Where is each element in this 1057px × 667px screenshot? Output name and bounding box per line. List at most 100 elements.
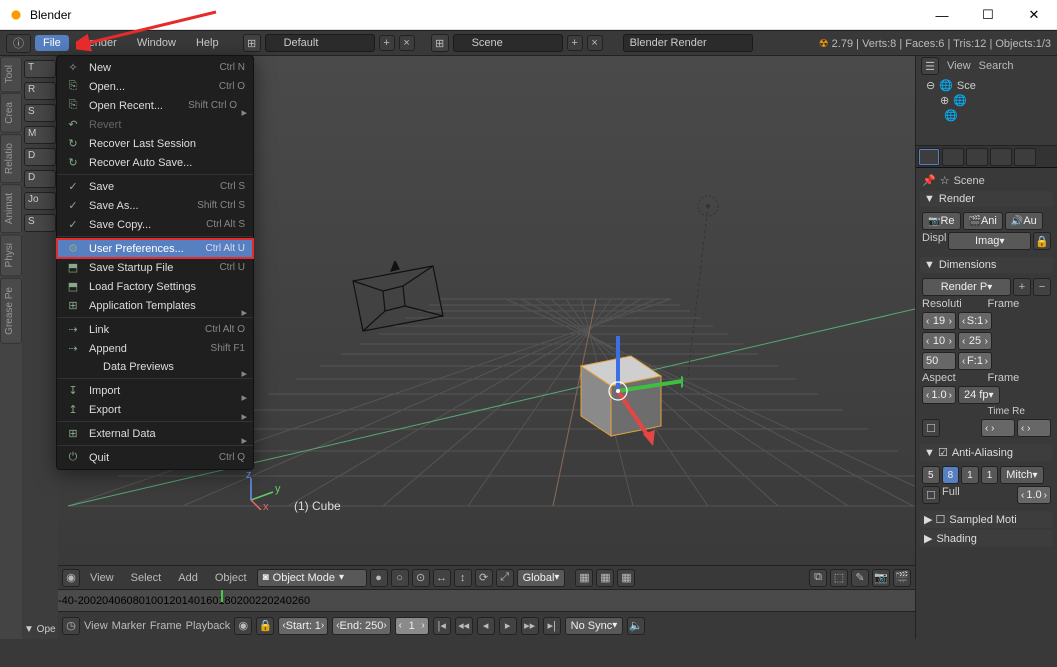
fullsample-checkbox[interactable]: ☐ [922, 486, 940, 504]
menu-file[interactable]: File [35, 35, 69, 51]
shading-solid-icon[interactable]: ● [370, 569, 388, 587]
shelf-button[interactable]: S [24, 214, 56, 232]
frame-step-input[interactable]: ‹F:1› [958, 352, 992, 370]
file-menu-quit[interactable]: ⏻QuitCtrl Q [57, 448, 253, 467]
object-tab-icon[interactable] [1014, 148, 1036, 166]
aa-16-button[interactable]: 1 [981, 466, 999, 484]
file-menu-data-previews[interactable]: Data Previews [57, 358, 253, 376]
play-icon[interactable]: ▸ [499, 617, 517, 635]
shelf-button[interactable]: R [24, 82, 56, 100]
outliner-row[interactable]: ⊕🌐 [920, 93, 1053, 108]
lock-icon[interactable]: 🔒 [256, 617, 274, 635]
file-menu-revert[interactable]: ↶Revert [57, 115, 253, 134]
file-menu-save-as-[interactable]: ✓Save As...Shift Ctrl S [57, 196, 253, 215]
shelf-button[interactable]: S [24, 104, 56, 122]
file-menu-append[interactable]: ⇢AppendShift F1 [57, 339, 253, 358]
shelf-button[interactable]: D [24, 148, 56, 166]
aa-section-header[interactable]: ▼ ☑ Anti-Aliasing [920, 444, 1053, 461]
res-x-input[interactable]: ‹19› [922, 312, 956, 330]
key-prev-icon[interactable]: ◂◂ [455, 617, 473, 635]
shading-wire-icon[interactable]: ○ [391, 569, 409, 587]
menu-select[interactable]: Select [124, 572, 169, 584]
clapper-icon[interactable]: 🎬 [893, 569, 911, 587]
layout-add-button[interactable]: + [379, 35, 395, 51]
file-menu-export[interactable]: ↥Export [57, 400, 253, 419]
orientation-select[interactable]: Global ▾ [517, 569, 566, 587]
playhead[interactable] [221, 590, 223, 602]
current-frame-input[interactable]: ‹1› [395, 617, 429, 635]
snap-icon[interactable]: ⧉ [809, 569, 827, 587]
scene-browse-icon[interactable]: ⊞ [431, 34, 449, 52]
close-button[interactable]: ✕ [1011, 0, 1057, 30]
file-menu-user-preferences-[interactable]: ⚙User Preferences...Ctrl Alt U [57, 239, 253, 258]
end-frame-input[interactable]: ‹End: 250› [332, 617, 390, 635]
filter-select[interactable]: Mitch ▾ [1000, 466, 1043, 484]
minimize-button[interactable]: — [919, 0, 965, 30]
camera-icon[interactable]: 📷 [872, 569, 890, 587]
border-checkbox[interactable]: ☐ [922, 419, 940, 437]
file-menu-save-copy-[interactable]: ✓Save Copy...Ctrl Alt S [57, 215, 253, 234]
tool-tab-grease pe[interactable]: Grease Pe [0, 278, 22, 344]
frame-start-input[interactable]: ‹S:1› [958, 312, 992, 330]
layer-1-button[interactable]: ▦ [575, 569, 593, 587]
tl-menu-frame[interactable]: Frame [150, 620, 182, 632]
old-input[interactable]: ‹ › [981, 419, 1015, 437]
tl-menu-playback[interactable]: Playback [186, 620, 231, 632]
tl-menu-marker[interactable]: Marker [112, 620, 146, 632]
preset-add-button[interactable]: + [1013, 278, 1031, 296]
renderlayers-tab-icon[interactable] [942, 148, 964, 166]
audio-button[interactable]: 🔊Au [1005, 212, 1043, 230]
play-rev-icon[interactable]: ◂ [477, 617, 495, 635]
file-menu-save-startup-file[interactable]: ⬒Save Startup FileCtrl U [57, 258, 253, 277]
lamp-object[interactable] [688, 186, 728, 386]
mode-select[interactable]: ◙ Object Mode ▾ [257, 569, 367, 587]
maximize-button[interactable]: ☐ [965, 0, 1011, 30]
shelf-button[interactable]: Jo [24, 192, 56, 210]
shading-section-header[interactable]: ▶ Shading [920, 530, 1053, 547]
outliner-view[interactable]: View [947, 60, 971, 72]
animation-button[interactable]: 🎬Ani [963, 212, 1003, 230]
render-border-icon[interactable]: ⬚ [830, 569, 848, 587]
view-type-icon[interactable]: ◉ [62, 569, 80, 587]
properties-panel[interactable]: 📌☆Scene ▼ Render 📷Re 🎬Ani 🔊Au DisplImag … [916, 168, 1057, 639]
layer-2-button[interactable]: ▦ [596, 569, 614, 587]
display-select[interactable]: Imag ▾ [948, 232, 1031, 250]
aa-5-button[interactable]: 5 [922, 466, 940, 484]
outliner-row[interactable]: 🌐 [920, 108, 1053, 123]
gpencil-icon[interactable]: ✎ [851, 569, 869, 587]
shelf-button[interactable]: M [24, 126, 56, 144]
layout-field[interactable]: Default [265, 34, 375, 52]
speaker-icon[interactable]: 🔈 [627, 617, 645, 635]
file-menu-link[interactable]: ⇢LinkCtrl Alt O [57, 320, 253, 339]
dimensions-section-header[interactable]: ▼ Dimensions [920, 257, 1053, 273]
tool-tab-animat[interactable]: Animat [0, 184, 22, 233]
tool-tab-physi[interactable]: Physi [0, 234, 22, 276]
outliner-search[interactable]: Search [979, 60, 1014, 72]
sampled-section-header[interactable]: ▶ ☐ Sampled Moti [920, 511, 1053, 528]
tl-menu-view[interactable]: View [84, 620, 108, 632]
file-menu-save[interactable]: ✓SaveCtrl S [57, 177, 253, 196]
manip-move-icon[interactable]: ↕ [454, 569, 472, 587]
cube-object[interactable] [563, 336, 683, 456]
render-section-header[interactable]: ▼ Render [920, 191, 1053, 207]
layout-del-button[interactable]: × [399, 35, 415, 51]
jump-end-icon[interactable]: ▸| [543, 617, 561, 635]
editor-type-icon[interactable]: ⓘ [6, 34, 31, 53]
frame-end-input[interactable]: ‹25› [958, 332, 992, 350]
timeline-ruler[interactable]: -40-200204060801001201401601802002202402… [58, 590, 915, 611]
file-menu-application-templates[interactable]: ⊞Application Templates [57, 296, 253, 315]
filter-size-input[interactable]: ‹1.0› [1017, 486, 1051, 504]
menu-view[interactable]: View [83, 572, 121, 584]
render-button[interactable]: 📷Re [922, 212, 961, 230]
scene-tab-icon[interactable] [966, 148, 988, 166]
aspect-input[interactable]: ‹1.0› [922, 386, 956, 404]
file-menu-external-data[interactable]: ⊞External Data [57, 424, 253, 443]
shelf-button[interactable]: D [24, 170, 56, 188]
file-menu-recover-last-session[interactable]: ↻Recover Last Session [57, 134, 253, 153]
scene-del-button[interactable]: × [587, 35, 603, 51]
manip-scale-icon[interactable]: ⤢ [496, 569, 514, 587]
shelf-button[interactable]: T [24, 60, 56, 78]
file-menu-new[interactable]: ✧NewCtrl N [57, 58, 253, 77]
menu-object[interactable]: Object [208, 572, 254, 584]
fps-select[interactable]: 24 fp ▾ [958, 386, 1000, 404]
